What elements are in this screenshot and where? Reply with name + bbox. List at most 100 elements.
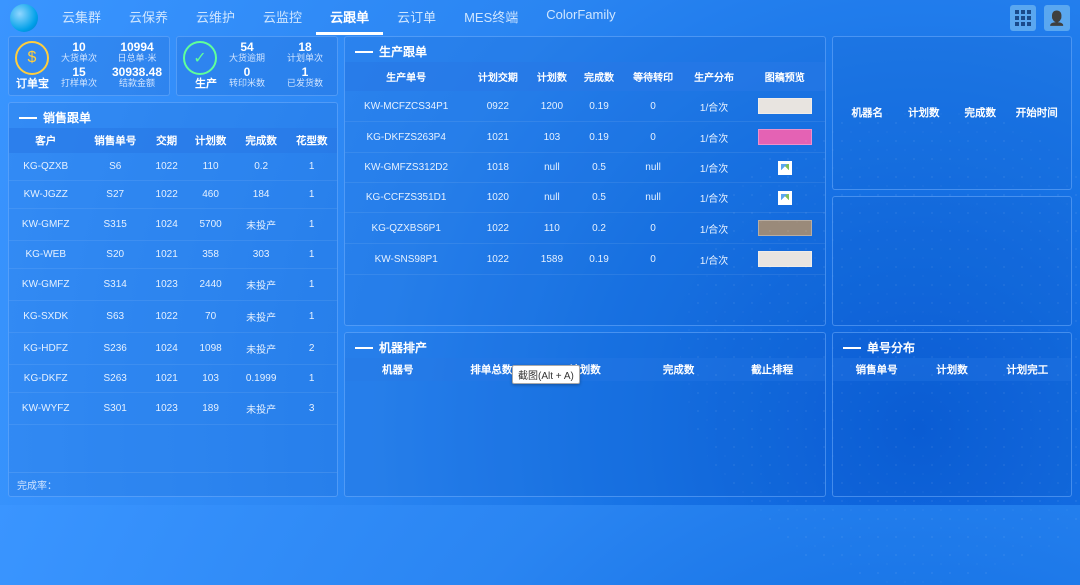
thumbnail-cell[interactable] [745,153,825,183]
table-cell: 未投产 [236,393,287,425]
table-row[interactable]: KW-GMFZS31510245700未投产1 [9,209,337,241]
table-cell: KW-GMFZ [9,209,82,241]
prod-col-header[interactable]: 计划交期 [467,62,528,91]
col-header[interactable]: 开始时间 [1009,105,1066,120]
table-row[interactable]: KW-GMFZS31410232440未投产1 [9,269,337,301]
sales-col-header[interactable]: 花型数 [286,128,337,153]
nav-item-6[interactable]: MES终端 [450,1,532,35]
apps-grid-icon[interactable] [1010,5,1036,31]
sales-col-header[interactable]: 销售单号 [82,128,148,153]
table-cell: 1/合次 [684,91,745,122]
sales-table-scroll[interactable]: 客户销售单号交期计划数完成数花型数 KG-QZXBS610221100.21KW… [9,128,337,472]
table-cell: S27 [82,181,148,209]
prod-col-header[interactable]: 生产单号 [345,62,467,91]
thumbnail-cell[interactable] [745,122,825,153]
top-nav: 云集群云保养云维护云监控云跟单云订单MES终端ColorFamily [0,0,1080,36]
col-header[interactable]: 完成数 [952,105,1009,120]
table-row[interactable]: KG-WEBS2010213583031 [9,241,337,269]
col-header[interactable]: 计划完工 [990,362,1065,377]
table-row[interactable]: KG-QZXBS6P110221100.201/合次 [345,213,825,244]
stat-cell: 1已发货数 [279,66,331,91]
stat-label: 打样单次 [61,79,97,89]
table-row[interactable]: KW-WYFZS3011023189未投产3 [9,393,337,425]
prod-col-header[interactable]: 等待转印 [623,62,684,91]
table-cell: 189 [185,393,236,425]
nav-item-1[interactable]: 云保养 [115,1,182,35]
sales-col-header[interactable]: 交期 [148,128,185,153]
screenshot-tooltip: 截图(Alt + A) [512,365,580,384]
app-logo [10,4,38,32]
machine-sched-title: 机器排产 [345,333,825,358]
table-cell: null [623,153,684,183]
table-cell: 0922 [467,91,528,122]
col-header[interactable]: 计划数 [896,105,953,120]
check-icon: ✓ [183,41,217,75]
table-cell: S63 [82,301,148,333]
table-cell: 1 [286,241,337,269]
table-cell: 1021 [148,365,185,393]
stats-row: $ 订单宝 10大货单次10994日总单·米15打样单次30938.48结款金额… [8,36,338,96]
thumbnail-icon [758,98,812,114]
thumbnail-cell[interactable] [745,91,825,122]
thumbnail-cell[interactable] [745,244,825,275]
thumbnail-cell[interactable] [745,213,825,244]
table-cell: null [623,183,684,213]
table-cell: 1022 [148,153,185,181]
table-cell: 303 [236,241,287,269]
prod-col-header[interactable]: 生产分布 [684,62,745,91]
table-row[interactable]: KG-QZXBS610221100.21 [9,153,337,181]
table-row[interactable]: KG-CCFZS351D11020null0.5null1/合次 [345,183,825,213]
prod-col-header[interactable]: 图稿预览 [745,62,825,91]
table-row[interactable]: KG-HDFZS23610241098未投产2 [9,333,337,365]
table-cell: 1589 [528,244,575,275]
col-header[interactable]: 计划数 [914,362,989,377]
table-cell: KG-QZXBS6P1 [345,213,467,244]
prod-col-header[interactable]: 计划数 [528,62,575,91]
table-cell: 1 [286,301,337,333]
table-cell: 1018 [467,153,528,183]
sales-table: 客户销售单号交期计划数完成数花型数 KG-QZXBS610221100.21KW… [9,128,337,425]
table-row[interactable]: KG-DKFZS263P410211030.1901/合次 [345,122,825,153]
thumbnail-icon [758,251,812,267]
table-row[interactable]: KG-SXDKS63102270未投产1 [9,301,337,333]
table-row[interactable]: KW-GMFZS312D21018null0.5null1/合次 [345,153,825,183]
stat-cell: 15打样单次 [53,66,105,91]
stat-cell: 54大货逾期 [221,41,273,66]
col-header[interactable]: 销售单号 [839,362,914,377]
table-cell: 1098 [185,333,236,365]
sales-col-header[interactable]: 客户 [9,128,82,153]
table-row[interactable]: KW-JGZZS2710224601841 [9,181,337,209]
table-cell: 1021 [467,122,528,153]
stat-label: 大货单次 [61,54,97,64]
table-row[interactable]: KG-DKFZS26310211030.19991 [9,365,337,393]
table-cell: 未投产 [236,333,287,365]
nav-item-0[interactable]: 云集群 [48,1,115,35]
nav-item-2[interactable]: 云维护 [182,1,249,35]
coin-icon: $ [15,41,49,75]
sales-col-header[interactable]: 计划数 [185,128,236,153]
table-cell: 未投产 [236,301,287,333]
table-cell: KW-GMFZS312D2 [345,153,467,183]
thumbnail-cell[interactable] [745,183,825,213]
table-row[interactable]: KW-MCFZCS34P1092212000.1901/合次 [345,91,825,122]
sales-col-header[interactable]: 完成数 [236,128,287,153]
user-profile-icon[interactable] [1044,5,1070,31]
table-cell: 184 [236,181,287,209]
table-cell: KW-SNS98P1 [345,244,467,275]
nav-item-7[interactable]: ColorFamily [532,1,629,35]
prod-col-header[interactable]: 完成数 [575,62,622,91]
table-cell: KG-QZXB [9,153,82,181]
table-cell: KW-JGZZ [9,181,82,209]
col-header[interactable]: 机器号 [351,362,445,377]
nav-item-5[interactable]: 云订单 [383,1,450,35]
col-header[interactable]: 截止排程 [725,362,819,377]
thumbnail-icon [758,129,812,145]
col-header[interactable]: 完成数 [632,362,726,377]
nav-item-3[interactable]: 云监控 [249,1,316,35]
nav-item-4[interactable]: 云跟单 [316,1,383,35]
prod-table-scroll[interactable]: 生产单号计划交期计划数完成数等待转印生产分布图稿预览 KW-MCFZCS34P1… [345,62,825,275]
table-row[interactable]: KW-SNS98P1102215890.1901/合次 [345,244,825,275]
table-cell: 0.19 [575,91,622,122]
col-header[interactable]: 机器名 [839,105,896,120]
table-cell: KW-WYFZ [9,393,82,425]
